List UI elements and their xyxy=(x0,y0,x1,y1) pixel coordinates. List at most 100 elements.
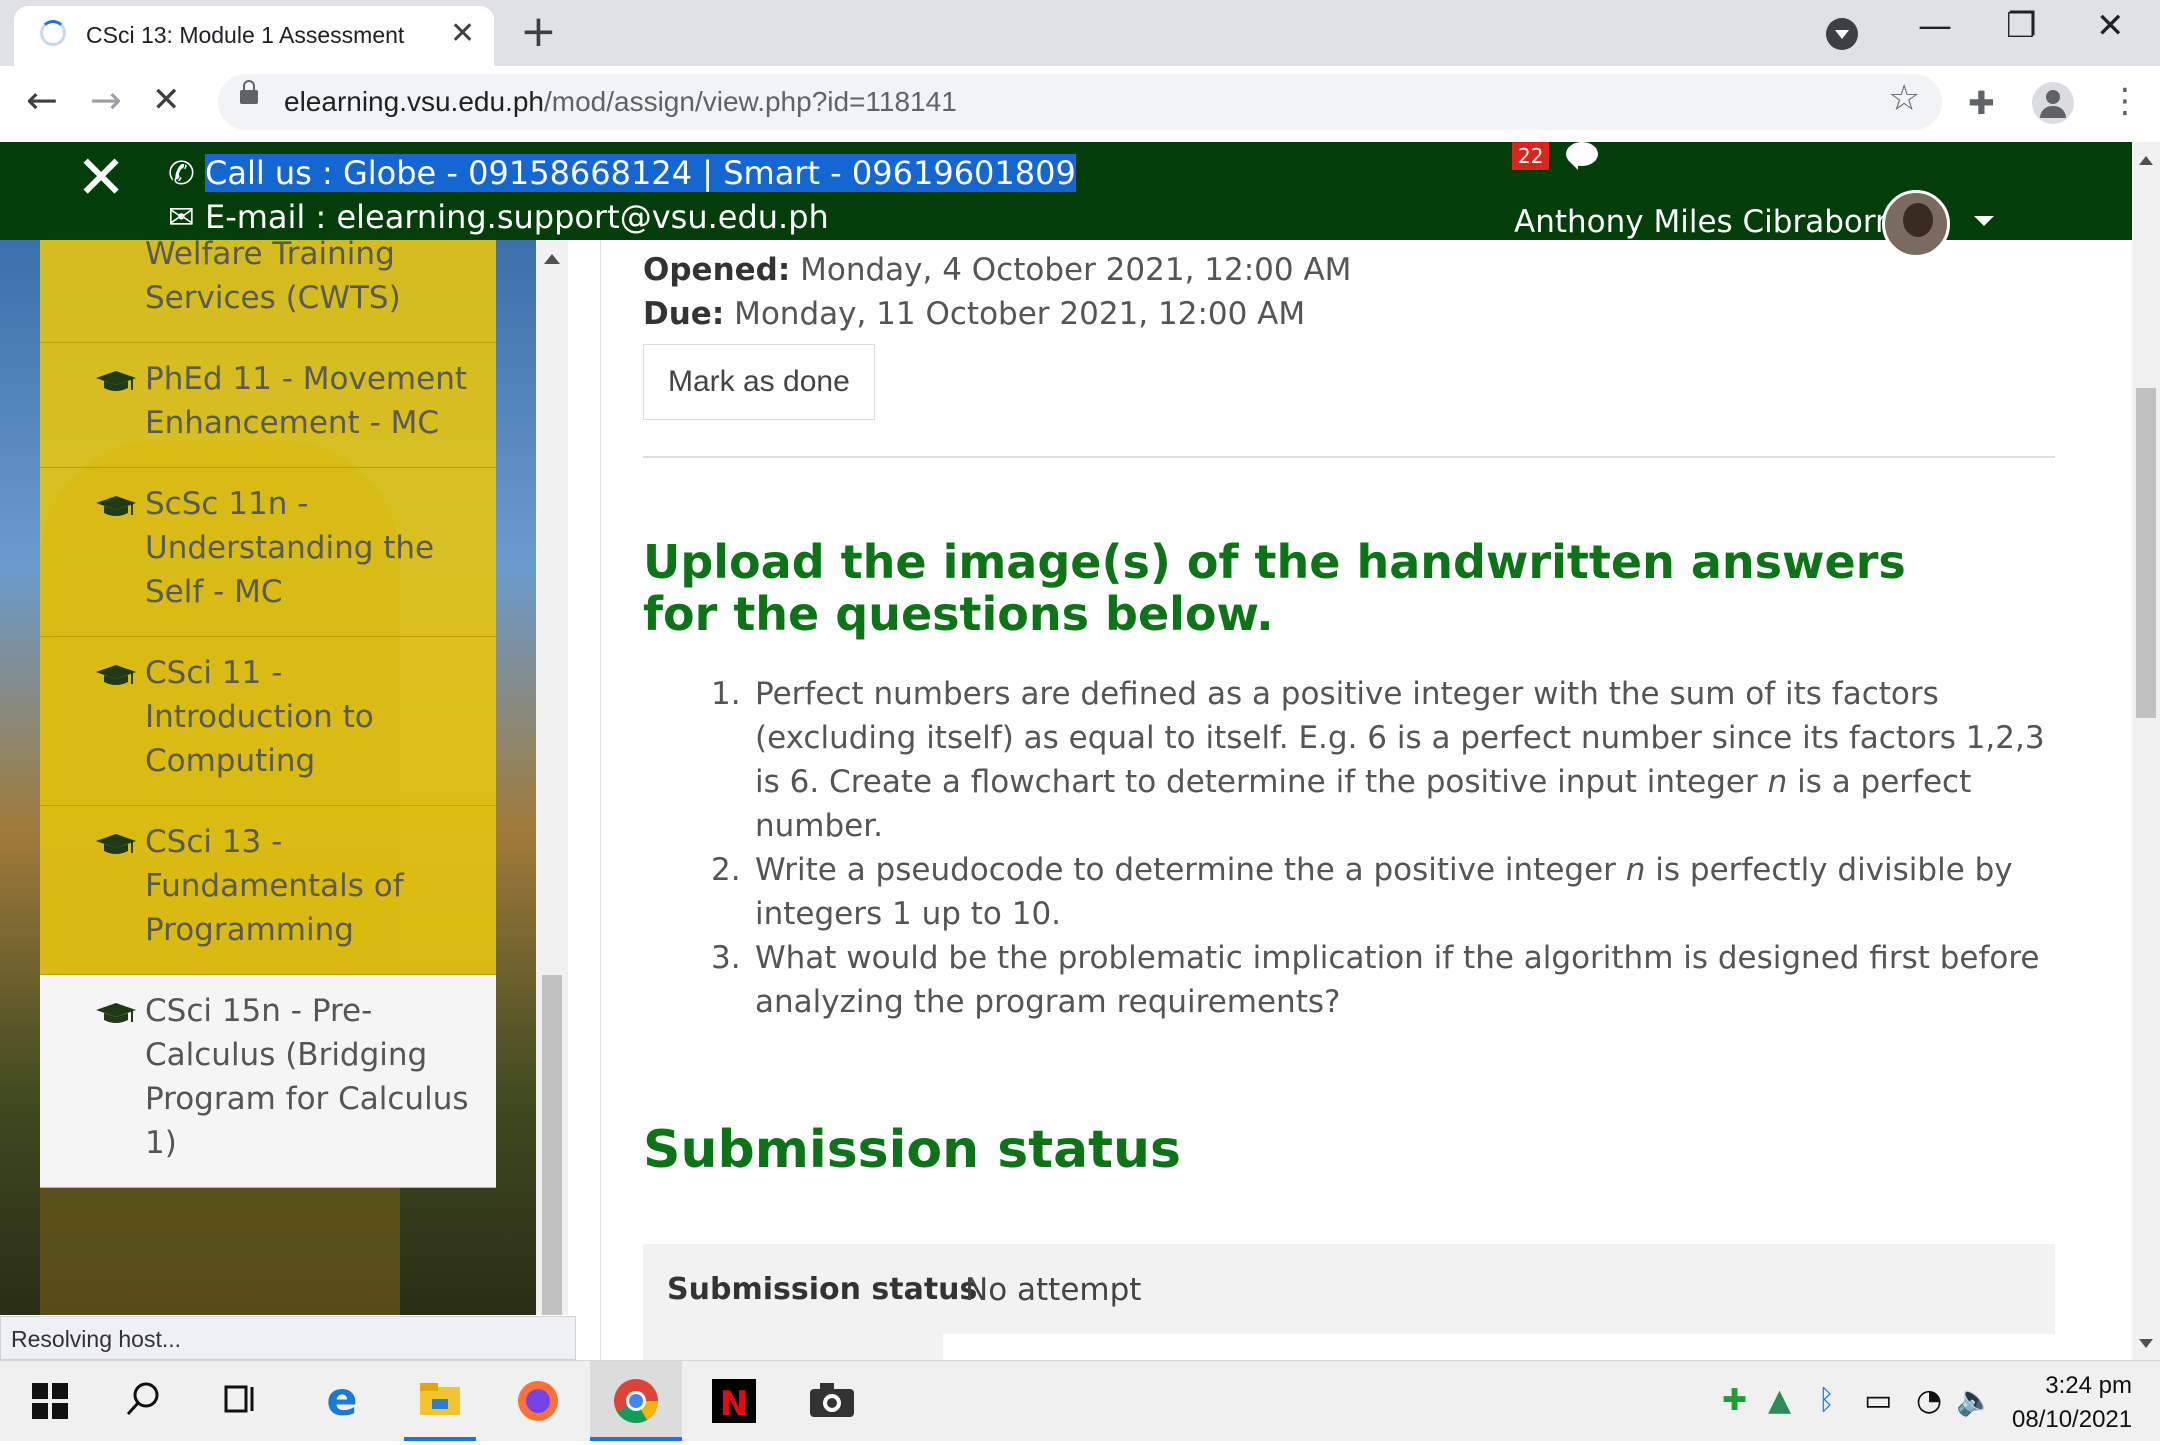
window-close-button[interactable]: ✕ xyxy=(2096,6,2125,46)
submission-status-table: Submission status No attempt xyxy=(643,1244,2055,1360)
address-bar[interactable]: elearning.vsu.edu.ph/mod/assign/view.php… xyxy=(218,74,1942,130)
sidebar-scroll-thumb[interactable] xyxy=(542,975,562,1315)
sidebar-course-label: ScSc 11n - Understanding the Self - MC xyxy=(145,486,435,610)
browser-status-bar: Resolving host... xyxy=(0,1316,576,1360)
question-list: 1. Perfect numbers are defined as a posit… xyxy=(711,672,2071,1024)
graduation-cap-icon xyxy=(96,1003,136,1023)
instructions-heading: Upload the image(s) of the handwritten a… xyxy=(643,535,1906,641)
lock-icon[interactable] xyxy=(240,80,258,104)
scroll-down-arrow-icon[interactable] xyxy=(2139,1339,2153,1348)
tab-title: CSci 13: Module 1 Assessment xyxy=(86,22,405,48)
sidebar-course-label: Welfare Training Services (CWTS) xyxy=(145,240,401,316)
chrome-icon[interactable] xyxy=(590,1361,682,1441)
battery-icon[interactable]: ▭ xyxy=(1864,1383,1892,1418)
browser-tab[interactable]: CSci 13: Module 1 Assessment ✕ xyxy=(14,6,494,66)
sidebar-course-item[interactable]: CSci 15n - Pre-Calculus (Bridging Progra… xyxy=(40,975,496,1188)
window-minimize-button[interactable]: — xyxy=(1918,6,1952,46)
site-header: ✕ ✆ Call us : Globe - 09158668124 | Smar… xyxy=(0,142,2132,258)
volume-icon[interactable]: 🔈 xyxy=(1956,1383,1993,1418)
new-tab-button[interactable]: + xyxy=(520,8,557,56)
clock-time: 3:24 pm xyxy=(2045,1372,2132,1399)
tab-search-dropdown-icon[interactable] xyxy=(1826,18,1858,50)
phone-icon: ✆ xyxy=(168,154,205,192)
notification-count-badge[interactable]: 22 xyxy=(1512,142,1550,170)
bluetooth-icon[interactable]: ᛒ xyxy=(1818,1383,1835,1416)
course-list: Welfare Training Services (CWTS) PhEd 11 … xyxy=(40,240,496,1188)
sidebar-course-label: PhEd 11 - Movement Enhancement - MC xyxy=(145,361,468,441)
question-item: 2. Write a pseudocode to determine the a … xyxy=(711,848,2071,936)
back-button[interactable]: ← xyxy=(26,80,58,120)
divider xyxy=(643,456,2055,458)
question-variable: n xyxy=(1767,764,1788,800)
page-scrollbar[interactable] xyxy=(2132,142,2160,1360)
task-view-icon[interactable] xyxy=(194,1361,286,1441)
opened-value: Monday, 4 October 2021, 12:00 AM xyxy=(790,252,1352,288)
sidebar-course-item[interactable]: ScSc 11n - Understanding the Self - MC xyxy=(40,468,496,637)
camera-icon[interactable] xyxy=(786,1361,878,1441)
clock-date: 08/10/2021 xyxy=(2012,1406,2133,1433)
sidebar-course-item[interactable]: CSci 11 - Introduction to Computing xyxy=(40,637,496,806)
user-avatar[interactable] xyxy=(1882,190,1950,258)
table-row xyxy=(943,1334,2055,1360)
page-scroll-thumb[interactable] xyxy=(2136,388,2156,718)
scroll-up-arrow-icon[interactable] xyxy=(2139,156,2153,165)
file-explorer-icon[interactable] xyxy=(394,1361,486,1441)
sidebar-course-item[interactable]: CSci 13 - Fundamentals of Programming xyxy=(40,806,496,975)
windows-taskbar: e N ✚ ▲ ᛒ ▭ ◔ 🔈 3:24 pm 08/10/2021 xyxy=(0,1360,2160,1441)
mark-as-done-button[interactable]: Mark as done xyxy=(643,344,875,420)
graduation-cap-icon xyxy=(96,496,136,516)
bookmark-star-icon[interactable]: ☆ xyxy=(1888,78,1920,119)
user-name[interactable]: Anthony Miles Cibraborn xyxy=(1514,204,1895,240)
question-number: 2. xyxy=(711,852,741,888)
extensions-puzzle-icon[interactable]: ✚ xyxy=(1968,84,1995,122)
profile-avatar-icon[interactable] xyxy=(2032,82,2074,124)
assignment-dates: Opened: Monday, 4 October 2021, 12:00 AM… xyxy=(643,248,1351,336)
sidebar-scrollbar[interactable] xyxy=(536,240,568,1315)
tray-app-icon[interactable]: ✚ xyxy=(1722,1383,1747,1418)
tab-close-button[interactable]: ✕ xyxy=(450,16,475,51)
url-domain: elearning.vsu.edu.ph xyxy=(284,86,544,117)
sidebar-course-item[interactable]: PhEd 11 - Movement Enhancement - MC xyxy=(40,343,496,468)
opened-date: Opened: Monday, 4 October 2021, 12:00 AM xyxy=(643,248,1351,292)
course-sidebar: Welfare Training Services (CWTS) PhEd 11 … xyxy=(0,240,536,1315)
question-number: 1. xyxy=(711,676,741,712)
opened-label: Opened: xyxy=(643,252,791,288)
forward-button[interactable]: → xyxy=(90,80,122,120)
edge-browser-icon[interactable]: e xyxy=(296,1361,388,1441)
browser-toolbar: ← → ✕ elearning.vsu.edu.ph/mod/assign/vi… xyxy=(0,66,2160,143)
messages-icon[interactable] xyxy=(1566,142,1598,170)
sidebar-course-item[interactable]: Welfare Training Services (CWTS) xyxy=(40,240,496,343)
call-us-line: ✆ Call us : Globe - 09158668124 | Smart … xyxy=(168,154,1076,192)
loading-spinner-icon xyxy=(40,20,66,46)
question-text: What would be the problematic implicatio… xyxy=(755,940,2040,1020)
scroll-up-arrow-icon[interactable] xyxy=(544,254,560,264)
chrome-menu-icon[interactable]: ⋮ xyxy=(2108,82,2142,120)
browser-tab-strip: CSci 13: Module 1 Assessment ✕ + — ❐ ✕ xyxy=(0,0,2160,66)
graduation-cap-icon xyxy=(96,834,136,854)
url-text[interactable]: elearning.vsu.edu.ph/mod/assign/view.php… xyxy=(284,86,957,118)
submission-status-label: Submission status xyxy=(667,1272,978,1307)
svg-text:e: e xyxy=(326,1372,357,1426)
due-label: Due: xyxy=(643,296,725,332)
call-us-text: Call us : Globe - 09158668124 | Smart - … xyxy=(204,154,1076,192)
submission-status-heading: Submission status xyxy=(643,1120,1182,1180)
question-number: 3. xyxy=(711,940,741,976)
user-menu-chevron-down-icon[interactable] xyxy=(1974,216,1994,226)
search-icon[interactable] xyxy=(96,1361,188,1441)
question-item: 1. Perfect numbers are defined as a posit… xyxy=(711,672,2071,848)
stop-loading-button[interactable]: ✕ xyxy=(152,80,181,120)
google-drive-icon[interactable]: ▲ xyxy=(1768,1383,1791,1418)
firefox-icon[interactable] xyxy=(492,1361,584,1441)
sidebar-course-label: CSci 15n - Pre-Calculus (Bridging Progra… xyxy=(145,993,469,1161)
svg-text:N: N xyxy=(720,1384,748,1424)
window-restore-button[interactable]: ❐ xyxy=(2006,6,2036,46)
taskbar-clock[interactable]: 3:24 pm 08/10/2021 xyxy=(2012,1369,2132,1437)
windows-logo-icon xyxy=(32,1383,68,1419)
question-variable: n xyxy=(1625,852,1646,888)
netflix-icon[interactable]: N xyxy=(688,1361,780,1441)
submission-status-value: No attempt xyxy=(965,1272,1142,1308)
due-date: Due: Monday, 11 October 2021, 12:00 AM xyxy=(643,292,1351,336)
start-button[interactable] xyxy=(2,1361,94,1441)
close-drawer-button[interactable]: ✕ xyxy=(76,146,126,210)
wifi-icon[interactable]: ◔ xyxy=(1916,1383,1942,1418)
